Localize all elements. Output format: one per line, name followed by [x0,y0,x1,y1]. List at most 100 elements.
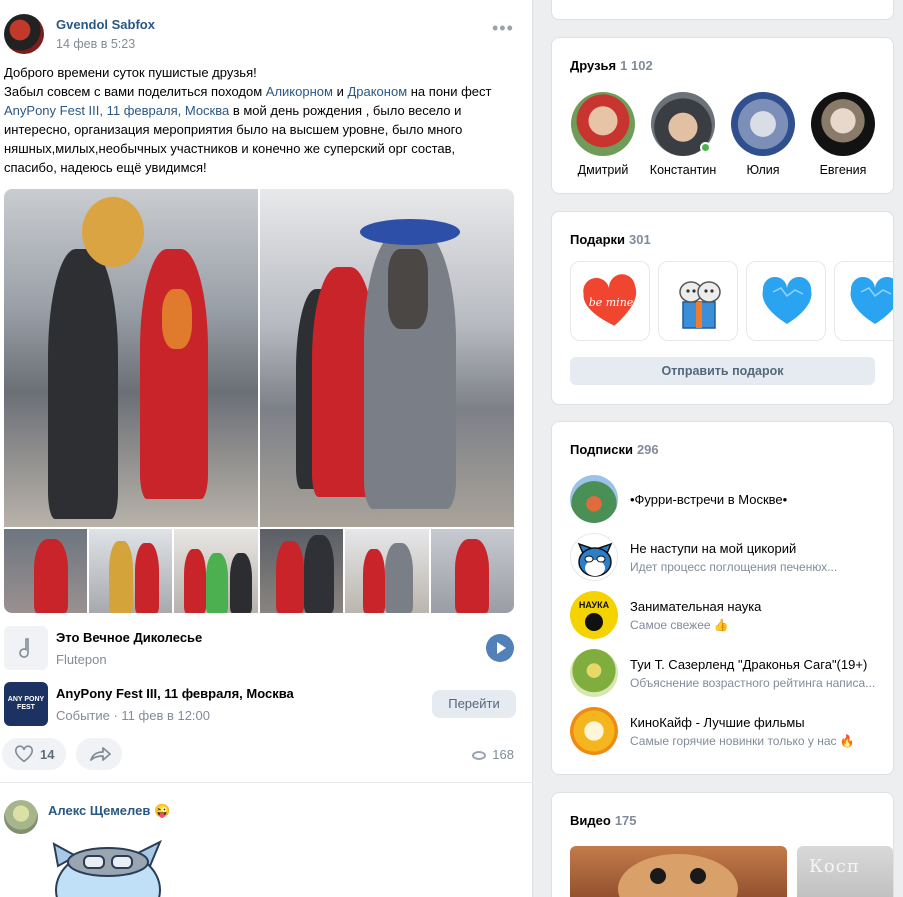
friend-avatar [651,92,715,156]
play-button[interactable] [486,634,514,662]
subscriptions-title[interactable]: Подписки 296 [570,442,659,457]
event-logo: ANY PONY FEST [4,682,48,726]
photo-figure [206,553,228,613]
group-description: Объяснение возрастного рейтинга написа..… [630,676,876,690]
friend-avatar [571,92,635,156]
photo-figure [276,541,304,613]
comment-emoji: 😜 [153,803,171,818]
group-avatar [570,649,618,697]
friends-card: Друзья 1 102 Дмитрий Константин Юлия Евге… [551,37,894,194]
subscription-item[interactable]: КиноКайф - Лучшие фильмы Самые горячие н… [570,707,880,757]
audio-artist[interactable]: Flutepon [56,652,107,667]
blue-heart-icon[interactable] [746,261,826,341]
post-date[interactable]: 14 фев в 5:23 [56,37,135,51]
audio-attachment[interactable]: Это Вечное Диколесье Flutepon [4,626,516,670]
cats-gift-box-icon[interactable] [658,261,738,341]
videos-title-label: Видео [570,813,611,828]
gifts-count: 301 [629,232,651,247]
gifts-card: Подарки 301 be mine Отправить подарок [551,211,894,405]
subscriptions-title-label: Подписки [570,442,633,457]
link-alicorn[interactable]: Аликорном [266,84,333,99]
eye-icon [472,751,487,761]
event-attachment[interactable]: ANY PONY FEST AnyPony Fest III, 11 февра… [4,682,516,726]
photo-thumbnail[interactable] [260,529,343,613]
post-actions: 14 168 [0,738,530,770]
text-fragment: на пони фест [407,84,492,99]
share-button[interactable] [76,738,122,770]
friend-avatar [811,92,875,156]
friends-title[interactable]: Друзья 1 102 [570,58,653,73]
post-text-line: AnyPony Fest III, 11 февраля, Москва в м… [4,101,524,120]
group-name: Занимательная наука [630,599,762,614]
videos-count: 175 [614,813,637,828]
video-thumbnail[interactable]: Косп [797,846,893,897]
photo-thumbnail[interactable] [89,529,172,613]
like-button[interactable]: 14 [2,738,66,770]
music-note-icon [4,626,48,670]
comment-avatar[interactable] [4,800,38,834]
friends-title-label: Друзья [570,58,617,73]
post-photo[interactable] [4,189,258,527]
views-counter: 168 [472,747,514,762]
video-figure [618,854,738,897]
subscription-item[interactable]: НАУКА Занимательная наука Самое свежее 👍 [570,591,880,641]
subscriptions-card: Подписки 296 •Фурри-встречи в Москве• Не … [551,421,894,775]
subscription-item[interactable]: Туи Т. Сазерленд "Драконья Сага"(19+) Об… [570,649,880,699]
subscription-item[interactable]: Не наступи на мой цикорий Идет процесс п… [570,533,880,583]
group-description: Самые горячие новинки только у нас 🔥 [630,734,855,748]
friend-item[interactable]: Евгения [805,92,881,177]
heart-be-mine-icon[interactable]: be mine [570,261,650,341]
friend-name: Юлия [746,163,780,177]
photo-thumbnail[interactable] [431,529,514,613]
comment: Алекс Щемелев 😜 [4,800,524,897]
more-horizontal-icon[interactable]: ••• [492,19,513,38]
post-header: Gvendol Sabfox 14 фев в 5:23 ••• [4,14,524,56]
post-text-line: спасибо, надеюсь ещё увидимся! [4,160,207,175]
videos-title[interactable]: Видео 175 [570,813,637,828]
photo-thumbnail[interactable] [345,529,429,613]
author-avatar[interactable] [4,14,44,54]
sticker-image[interactable] [50,826,166,897]
like-count: 14 [40,747,55,762]
blue-heart-icon[interactable] [834,261,893,341]
post-text-line: Забыл совсем с вами поделиться походом А… [4,82,524,101]
group-description: Самое свежее 👍 [630,618,729,632]
friend-name: Евгения [819,163,867,177]
heart-icon [15,745,33,763]
video-thumbnail[interactable] [570,846,787,897]
comment-author[interactable]: Алекс Щемелев 😜 [48,803,170,819]
send-gift-button[interactable]: Отправить подарок [570,357,875,385]
photo-figure [140,249,208,499]
subscription-item[interactable]: •Фурри-встречи в Москве• [570,475,880,525]
video-thumb-text: Косп [809,856,860,877]
link-event[interactable]: AnyPony Fest III, 11 февраля, Москва [4,103,229,118]
post-text-line: няшных,милых,необычных участников и коне… [4,141,456,156]
group-logo-shape [585,613,603,631]
photo-thumbnail[interactable] [4,529,87,613]
photo-figure [82,197,144,267]
event-title[interactable]: AnyPony Fest III, 11 февраля, Москва [56,686,294,701]
post-card: Gvendol Sabfox 14 фев в 5:23 ••• Доброго… [0,0,533,897]
go-button[interactable]: Перейти [432,690,516,718]
share-icon [90,747,111,761]
text-fragment: в мой день рождения , было весело и [229,103,462,118]
photo-figure [363,549,385,613]
gifts-title[interactable]: Подарки 301 [570,232,651,247]
friend-item[interactable]: Дмитрий [565,92,641,177]
friend-item[interactable]: Юлия [725,92,801,177]
friend-item[interactable]: Константин [645,92,721,177]
link-dragon[interactable]: Драконом [347,84,407,99]
event-meta: Событие · 11 фев в 12:00 [56,708,211,723]
audio-title[interactable]: Это Вечное Диколесье [56,630,202,645]
post-photo[interactable] [260,189,514,527]
video-figure [650,868,666,884]
group-name: Туи Т. Сазерленд "Драконья Сага"(19+) [630,657,868,672]
friend-avatar [731,92,795,156]
author-name[interactable]: Gvendol Sabfox [56,17,155,32]
photo-thumbnail[interactable] [174,529,258,613]
views-count: 168 [492,747,514,762]
photo-figure [230,553,252,613]
friends-count: 1 102 [620,58,653,73]
online-indicator [700,142,711,153]
post-text-line: интересно, организация мероприятия было … [4,122,463,137]
